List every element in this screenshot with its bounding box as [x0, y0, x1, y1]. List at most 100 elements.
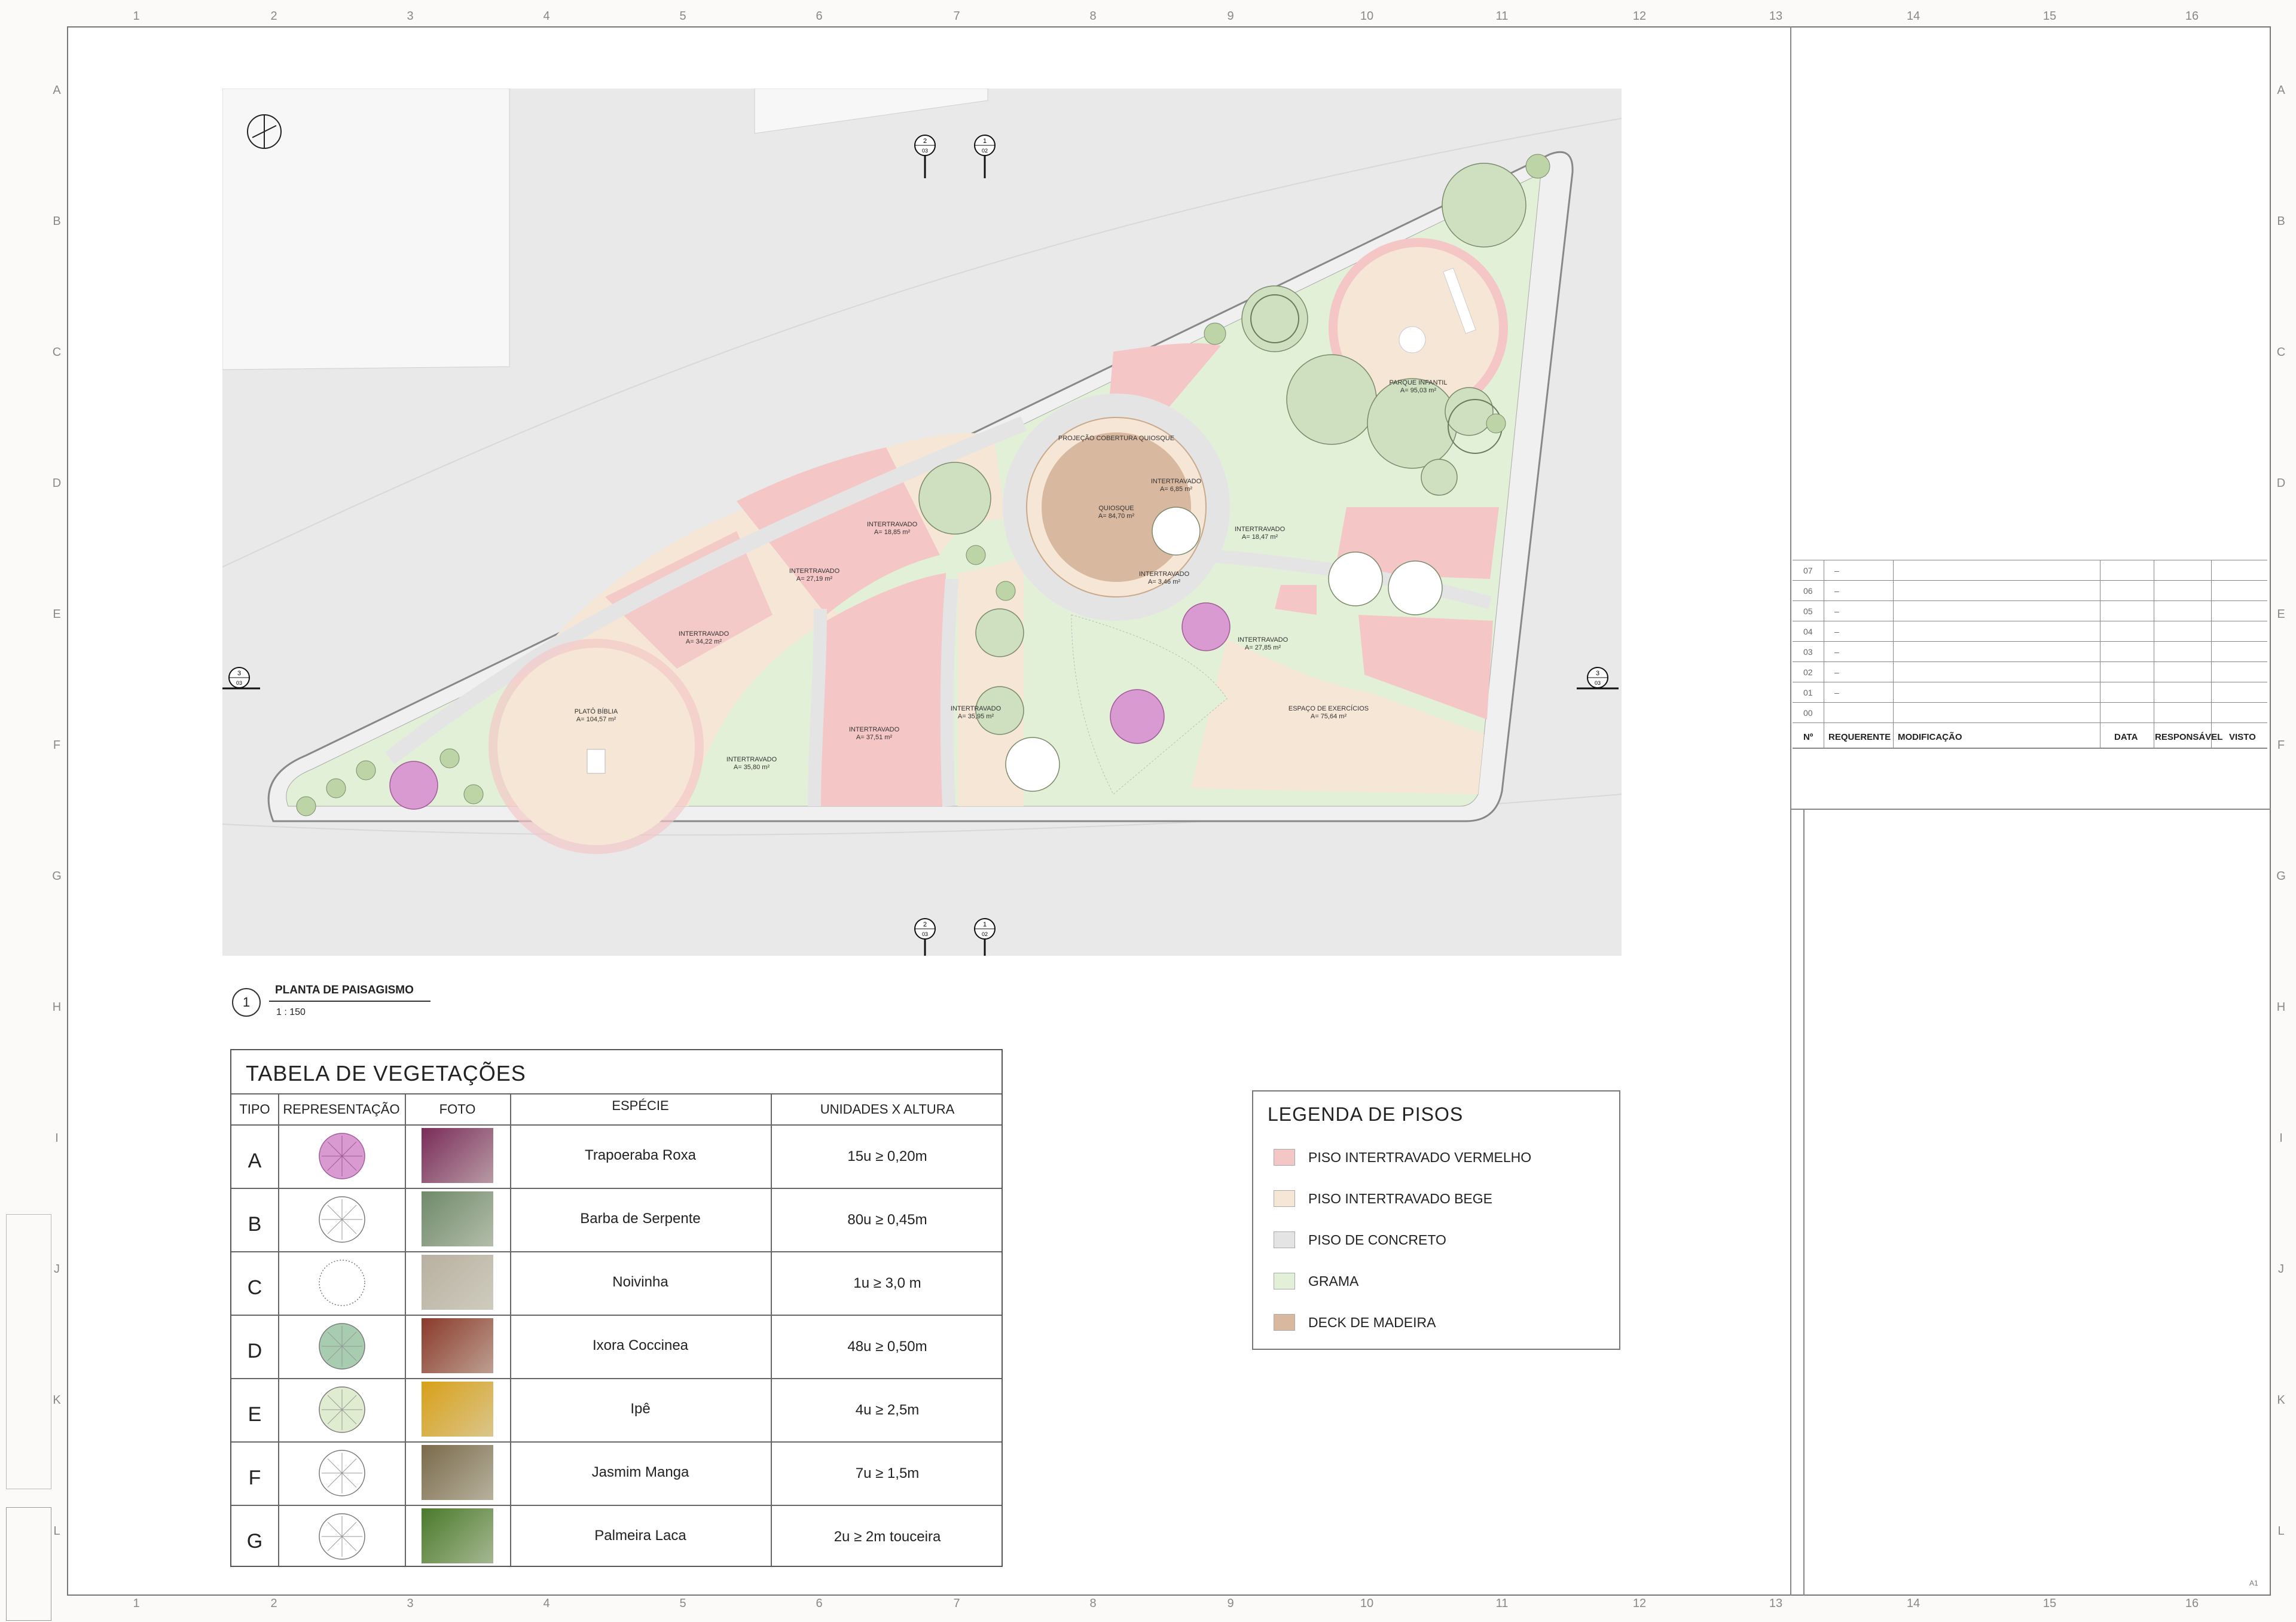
- plan-area-title: PARQUE INFANTIL: [1390, 379, 1448, 386]
- plan-area-value: A= 37,51 m²: [856, 734, 893, 741]
- veg-type: D: [247, 1340, 262, 1362]
- table-divider: [510, 1093, 511, 1566]
- plan-area-title: INTERTRAVADO: [726, 756, 777, 763]
- purple-flower-icon: [319, 1133, 365, 1179]
- veg-type: F: [248, 1466, 261, 1489]
- plan-area-title: INTERTRAVADO: [679, 630, 729, 638]
- section-sheet: 03: [922, 931, 928, 937]
- grid-column-label: 6: [816, 10, 823, 23]
- grid-row-label: D: [2276, 477, 2286, 490]
- grid-row-label: K: [2277, 1394, 2285, 1407]
- revision-mod: –: [1834, 627, 1839, 636]
- grid-column-label: 14: [1906, 1597, 1921, 1610]
- veg-photo: [422, 1255, 493, 1310]
- view-title-underline: [269, 1001, 430, 1002]
- grid-column-label: 4: [543, 10, 550, 23]
- vegetation-table: TABELA DE VEGETAÇÕES TIPO REPRESENTAÇÃO …: [230, 1049, 1003, 1567]
- revision-mod: –: [1834, 647, 1839, 657]
- revision-number: 01: [1803, 688, 1813, 697]
- grid-row-label: J: [2278, 1263, 2284, 1276]
- grid-column-label: 5: [679, 1597, 686, 1610]
- playground-feature: [1399, 326, 1426, 353]
- legend-swatch: [1274, 1273, 1295, 1289]
- veg-type: C: [247, 1276, 262, 1299]
- table-divider: [405, 1093, 406, 1566]
- plan-area-value: A= 84,70 m²: [1098, 513, 1135, 520]
- grid-row-label: I: [2279, 1132, 2283, 1145]
- dotted-circle-icon: [319, 1260, 365, 1306]
- path-curve: [940, 578, 958, 807]
- revision-header-mod: MODIFICAÇÃO: [1898, 732, 1962, 742]
- grid-column-label: 8: [1089, 10, 1097, 23]
- revision-header-data: DATA: [2114, 732, 2138, 742]
- legend-label: PISO INTERTRAVADO VERMELHO: [1308, 1150, 1532, 1165]
- section-number: 1: [983, 921, 987, 928]
- veg-photo: [422, 1382, 493, 1437]
- plan-area-title: INTERTRAVADO: [951, 705, 1002, 712]
- veg-units: 48u ≥ 0,50m: [847, 1339, 927, 1355]
- plan-area-value: A= 35,95 m²: [958, 713, 994, 720]
- path-curve: [808, 608, 827, 807]
- panel-divider: [1790, 809, 2271, 810]
- grid-column-label: 16: [2185, 10, 2199, 23]
- plan-area-value: A= 27,19 m²: [796, 575, 833, 583]
- table-row-divider: [231, 1378, 1002, 1379]
- table-row-divider: [231, 1251, 1002, 1252]
- revision-number: 06: [1803, 586, 1813, 596]
- section-number: 1: [983, 138, 987, 145]
- grid-row-label: C: [52, 346, 62, 359]
- revision-table: 07 – 06 – 05 – 04 – 03 – 02 – 01 – 00 Nº REQUERENTE MODIF…: [1793, 560, 2267, 749]
- landscape-plan: PARQUE INFANTILA= 95,03 m² QUIOSQUEA= 84,…: [222, 89, 1622, 956]
- revision-mod: –: [1834, 566, 1839, 575]
- section-sheet: 03: [922, 148, 928, 154]
- panel-divider: [1803, 809, 1805, 1596]
- grid-row-label: G: [2276, 870, 2286, 883]
- legend-label: PISO INTERTRAVADO BEGE: [1308, 1191, 1493, 1206]
- plan-area-value: A= 18,85 m²: [874, 529, 911, 536]
- veg-species: Palmeira Laca: [594, 1528, 686, 1544]
- section-number: 3: [237, 670, 241, 677]
- side-box: [6, 1214, 51, 1489]
- pink-green-circle-icon: [319, 1323, 365, 1370]
- grid-column-label: 13: [1769, 1597, 1783, 1610]
- panel-divider: [1790, 26, 1791, 1596]
- plan-area-value: A= 75,64 m²: [1311, 713, 1347, 720]
- revision-mod: –: [1834, 667, 1839, 677]
- grid-row-label: A: [53, 84, 61, 97]
- veg-species: Ipê: [630, 1401, 651, 1417]
- vegetation-table-title: TABELA DE VEGETAÇÕES: [246, 1061, 526, 1086]
- section-sheet: 03: [1595, 680, 1601, 686]
- revision-header-resp: RESPONSÁVEL: [2155, 732, 2223, 742]
- table-divider: [231, 1093, 1002, 1094]
- veg-species: Jasmim Manga: [591, 1464, 689, 1480]
- grid-column-label: 11: [1495, 10, 1509, 23]
- grid-column-label: 7: [953, 10, 960, 23]
- tree-circle-icon: [319, 1450, 365, 1496]
- plato-bench: [587, 749, 606, 774]
- paving-legend: LEGENDA DE PISOS PISO INTERTRAVADO VERME…: [1252, 1090, 1620, 1350]
- grid-column-label: 10: [1360, 10, 1374, 23]
- legend-label: DECK DE MADEIRA: [1308, 1315, 1436, 1330]
- grid-column-label: 11: [1495, 1597, 1509, 1610]
- grid-column-label: 6: [816, 1597, 823, 1610]
- table-divider: [278, 1093, 279, 1566]
- revision-line: [1793, 580, 2267, 581]
- table-row-divider: [231, 1315, 1002, 1316]
- grid-column-label: 3: [407, 1597, 414, 1610]
- grid-column-label: 12: [1632, 10, 1647, 23]
- plan-area-title: QUIOSQUE: [1098, 505, 1134, 512]
- plan-area-value: A= 104,57 m²: [576, 716, 616, 723]
- legend-title: LEGENDA DE PISOS: [1268, 1103, 1464, 1125]
- grid-column-label: 10: [1360, 1597, 1374, 1610]
- yellow-green-circle-icon: [319, 1386, 365, 1433]
- col-header-foto: FOTO: [439, 1102, 476, 1117]
- veg-photo: [422, 1191, 493, 1246]
- revision-number: 03: [1803, 647, 1813, 657]
- plan-area-title: PROJEÇÃO COBERTURA QUIOSQUE: [1058, 434, 1174, 442]
- revision-mod: –: [1834, 606, 1839, 616]
- sheet-size: A1: [2249, 1579, 2258, 1587]
- grid-row-label: E: [53, 608, 61, 621]
- view-number: 1: [232, 988, 261, 1017]
- grid-column-label: 9: [1227, 10, 1234, 23]
- veg-type: G: [246, 1530, 263, 1553]
